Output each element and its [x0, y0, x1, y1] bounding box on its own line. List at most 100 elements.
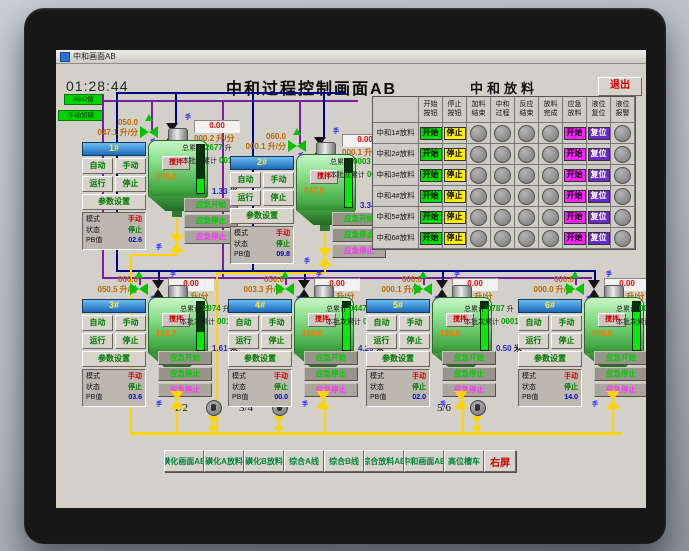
stop-button[interactable]: 停止	[551, 333, 582, 349]
stop-button[interactable]: 停止	[443, 126, 466, 140]
feed-valve-icon[interactable]	[130, 283, 148, 295]
stop-button[interactable]: 停止	[263, 190, 294, 206]
nav-button-8[interactable]: 高位槽车	[444, 450, 484, 472]
emergency-stop-button[interactable]: 应急停止	[158, 367, 212, 381]
feed-valve-icon[interactable]	[566, 283, 584, 295]
nav-button-9[interactable]: 右屏	[484, 450, 516, 472]
run-button[interactable]: 运行	[366, 333, 397, 349]
emergency-start-button[interactable]: 应急开始	[304, 351, 358, 365]
stop-button[interactable]: 停止	[399, 333, 430, 349]
nav-button-4[interactable]: 综合A线	[284, 450, 324, 472]
nav-button-5[interactable]: 综合B线	[324, 450, 364, 472]
emergency-stop2-button[interactable]: 应急停止	[158, 383, 212, 397]
nav-button-6[interactable]: 综合放料AB	[364, 450, 404, 472]
table-cell: 开始	[563, 207, 587, 228]
nav-button-2[interactable]: 磺化A放料	[204, 450, 244, 472]
manual-button[interactable]: 手动	[261, 315, 292, 331]
emergency-button[interactable]: 开始	[563, 231, 586, 245]
manual-tag: 手	[606, 272, 613, 278]
status-lamp	[614, 166, 631, 184]
stop-button[interactable]: 停止	[115, 176, 146, 192]
table-cell: 开始	[563, 123, 587, 144]
start-button[interactable]: 开始	[419, 126, 442, 140]
manual-button[interactable]: 手动	[551, 315, 582, 331]
manual-button[interactable]: 手动	[399, 315, 430, 331]
table-cell	[467, 228, 491, 249]
params-button[interactable]: 参数设置	[82, 351, 146, 367]
discharge-valve-icon[interactable]	[170, 391, 184, 409]
auto-button[interactable]: 自动	[82, 158, 113, 174]
discharge-valve-icon[interactable]	[606, 391, 620, 409]
start-button[interactable]: 开始	[419, 189, 442, 203]
stop-button[interactable]: 停止	[443, 189, 466, 203]
discharge-valve-icon[interactable]	[316, 391, 330, 409]
run-button[interactable]: 运行	[82, 333, 113, 349]
table-cell: 复位	[587, 228, 611, 249]
emergency-stop2-button[interactable]: 应急停止	[594, 383, 646, 397]
auto-button[interactable]: 自动	[518, 315, 549, 331]
manual-button[interactable]: 手动	[115, 315, 146, 331]
nav-button-7[interactable]: 中和画面AB	[404, 450, 444, 472]
params-button[interactable]: 参数设置	[230, 208, 294, 224]
params-button[interactable]: 参数设置	[366, 351, 430, 367]
emergency-start-button[interactable]: 应急开始	[442, 351, 496, 365]
start-button[interactable]: 开始	[419, 231, 442, 245]
window-titlebar: 中和画面AB	[56, 50, 646, 64]
run-button[interactable]: 运行	[228, 333, 259, 349]
feed-valve-icon[interactable]	[276, 283, 294, 295]
emergency-start-button[interactable]: 应急开始	[594, 351, 646, 365]
reset-button[interactable]: 复位	[587, 147, 610, 161]
discharge-valve-icon[interactable]	[170, 234, 184, 252]
manual-button[interactable]: 手动	[115, 158, 146, 174]
reset-button[interactable]: 复位	[587, 126, 610, 140]
discharge-valve-icon[interactable]	[454, 391, 468, 409]
nav-button-3[interactable]: 磺化B放料	[244, 450, 284, 472]
reset-button[interactable]: 复位	[587, 210, 610, 224]
params-button[interactable]: 参数设置	[228, 351, 292, 367]
manual-button[interactable]: 手动	[263, 172, 294, 188]
unit-control-panel: 1# 自动 手动 运行 停止 参数设置 模式 手动 状态 停止 PB值 02.6	[82, 142, 146, 250]
stop-button[interactable]: 停止	[443, 168, 466, 182]
stop-button[interactable]: 停止	[443, 210, 466, 224]
emergency-stop2-button[interactable]: 应急停止	[304, 383, 358, 397]
discharge-valve-icon[interactable]	[318, 248, 332, 266]
emergency-stop-button[interactable]: 应急停止	[442, 367, 496, 381]
emergency-buttons: 应急开始 应急停止 应急停止	[442, 351, 496, 399]
unit-status-box: 模式 手动 状态 停止 PB值 00.0	[228, 369, 292, 407]
stop-button[interactable]: 停止	[443, 147, 466, 161]
reset-button[interactable]: 复位	[587, 168, 610, 182]
reset-button[interactable]: 复位	[587, 189, 610, 203]
emergency-button[interactable]: 开始	[563, 147, 586, 161]
stop-button[interactable]: 停止	[261, 333, 292, 349]
reset-button[interactable]: 复位	[587, 231, 610, 245]
emergency-button[interactable]: 开始	[563, 210, 586, 224]
start-button[interactable]: 开始	[419, 168, 442, 182]
emergency-button[interactable]: 开始	[563, 126, 586, 140]
emergency-button[interactable]: 开始	[563, 189, 586, 203]
emergency-stop-button[interactable]: 应急停止	[594, 367, 646, 381]
stop-button[interactable]: 停止	[443, 231, 466, 245]
params-button[interactable]: 参数设置	[82, 194, 146, 210]
auto-button[interactable]: 自动	[366, 315, 397, 331]
run-button[interactable]: 运行	[230, 190, 261, 206]
run-button[interactable]: 运行	[82, 176, 113, 192]
table-cell: 停止	[443, 228, 467, 249]
auto-button[interactable]: 自动	[82, 315, 113, 331]
feed-valve-icon[interactable]	[414, 283, 432, 295]
start-button[interactable]: 开始	[419, 210, 442, 224]
nav-button-1[interactable]: 磺化画面AB	[164, 450, 204, 472]
table-cell	[539, 165, 563, 186]
emergency-start-button[interactable]: 应急开始	[158, 351, 212, 365]
emergency-stop-button[interactable]: 应急停止	[304, 367, 358, 381]
stop-button[interactable]: 停止	[115, 333, 146, 349]
emergency-stop2-button[interactable]: 应急停止	[442, 383, 496, 397]
emergency-button[interactable]: 开始	[563, 168, 586, 182]
table-cell: 开始	[563, 186, 587, 207]
auto-button[interactable]: 自动	[230, 172, 261, 188]
tank-value: 098.2	[156, 172, 177, 181]
auto-button[interactable]: 自动	[228, 315, 259, 331]
run-button[interactable]: 运行	[518, 333, 549, 349]
exit-button[interactable]: 退出	[598, 77, 642, 96]
params-button[interactable]: 参数设置	[518, 351, 582, 367]
start-button[interactable]: 开始	[419, 147, 442, 161]
